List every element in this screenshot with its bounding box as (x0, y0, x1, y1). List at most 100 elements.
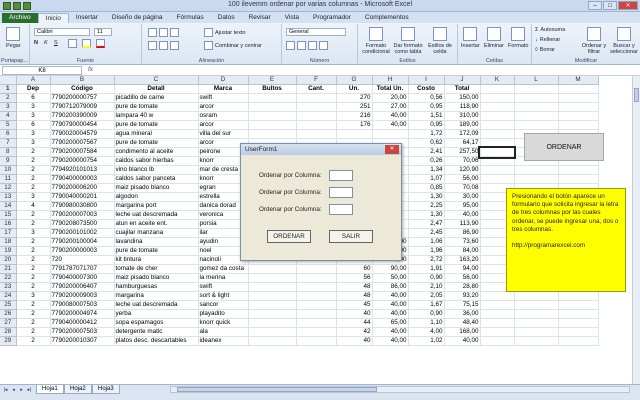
cell[interactable]: 7790208073500 (50, 219, 115, 229)
cell[interactable]: 1,30 (408, 192, 445, 202)
cell[interactable]: 7790400000003 (50, 174, 115, 184)
cell[interactable] (514, 93, 559, 103)
number-format-select[interactable]: General (286, 28, 346, 36)
cell[interactable]: 2 (16, 165, 51, 175)
header-cell[interactable]: Cant. (296, 84, 337, 94)
cell[interactable]: picadillo de carne (114, 93, 199, 103)
cell[interactable]: 2 (16, 327, 51, 337)
row-header[interactable]: 11 (0, 174, 17, 184)
cell[interactable]: 189,00 (444, 120, 481, 130)
cell[interactable]: tomate de cher (114, 264, 199, 274)
column-header[interactable]: A (16, 76, 51, 85)
cell[interactable]: 3 (16, 102, 51, 112)
cell[interactable]: 70,08 (444, 183, 481, 193)
tab-revisar[interactable]: Revisar (242, 13, 278, 23)
cell[interactable]: arcor (198, 102, 249, 112)
row-header[interactable]: 8 (0, 147, 17, 157)
row-header[interactable]: 23 (0, 282, 17, 292)
cell[interactable]: gomez da costa (198, 264, 249, 274)
cell[interactable] (480, 318, 515, 328)
cell[interactable]: 3 (16, 129, 51, 139)
merge-center-button[interactable]: Combinar y centrar (204, 41, 262, 50)
cell[interactable] (514, 111, 559, 121)
hscroll-thumb[interactable] (177, 387, 377, 392)
cell[interactable]: 2 (16, 210, 51, 220)
first-sheet-icon[interactable]: |◂ (2, 387, 9, 394)
cell[interactable]: vino blanco lb (114, 165, 199, 175)
horizontal-scrollbar[interactable] (170, 386, 630, 393)
cell[interactable]: arcor (198, 120, 249, 130)
cell[interactable] (372, 129, 409, 139)
tab-datos[interactable]: Datos (211, 13, 242, 23)
cell[interactable]: 2 (16, 156, 51, 166)
tab-insertar[interactable]: Insertar (69, 13, 105, 23)
cell[interactable]: 120,90 (444, 165, 481, 175)
cell[interactable]: 4 (16, 201, 51, 211)
cell[interactable]: 7790200390009 (50, 111, 115, 121)
cell[interactable] (480, 138, 515, 148)
row-header[interactable]: 3 (0, 102, 17, 112)
cell[interactable]: 7790980030800 (50, 201, 115, 211)
cell[interactable]: la merina (198, 273, 249, 283)
header-cell[interactable]: Bultos (248, 84, 297, 94)
cell[interactable] (480, 93, 515, 103)
cell[interactable]: 257,50 (444, 147, 481, 157)
cell[interactable]: 2 (16, 300, 51, 310)
column-header[interactable]: G (336, 76, 373, 85)
cell[interactable]: 2 (16, 183, 51, 193)
font-size-select[interactable]: 11 (94, 28, 112, 36)
cell[interactable]: 56,00 (444, 174, 481, 184)
cell[interactable]: 7790200006407 (50, 282, 115, 292)
cell[interactable]: ideanex (198, 336, 249, 346)
cell[interactable]: 163,20 (444, 255, 481, 265)
cell[interactable] (296, 102, 337, 112)
header-cell[interactable]: Costo (408, 84, 445, 94)
autosum-button[interactable]: Σ Autosuma (535, 27, 565, 33)
cell[interactable] (480, 327, 515, 337)
cell[interactable]: 40,00 (372, 111, 409, 121)
cell[interactable]: 7790200000757 (50, 93, 115, 103)
cell[interactable] (248, 282, 297, 292)
cell[interactable] (478, 145, 516, 159)
cell[interactable] (248, 309, 297, 319)
cell[interactable]: 7790200007567 (50, 138, 115, 148)
cell[interactable]: algodon (114, 192, 199, 202)
cell[interactable]: 6 (16, 120, 51, 130)
cell[interactable]: 7790040000201 (50, 192, 115, 202)
bold-button[interactable]: N (34, 40, 38, 46)
tab-fórmulas[interactable]: Fórmulas (170, 13, 211, 23)
ordenar-button[interactable]: ORDENAR (524, 133, 604, 161)
cell[interactable]: 176 (336, 120, 373, 130)
cell[interactable] (296, 273, 337, 283)
cell[interactable]: 3 (16, 111, 51, 121)
cell[interactable]: 310,00 (444, 111, 481, 121)
close-button[interactable]: ✕ (618, 1, 638, 10)
row-header[interactable]: 28 (0, 327, 17, 337)
cell[interactable]: 7790080007503 (50, 300, 115, 310)
sort-column-input-3[interactable] (329, 204, 353, 215)
cell[interactable]: 7790400007300 (50, 273, 115, 283)
cell[interactable]: 7790200007503 (50, 327, 115, 337)
cell[interactable]: 7790200009003 (50, 291, 115, 301)
paste-button[interactable]: Pegar (6, 27, 21, 49)
row-header[interactable]: 29 (0, 336, 17, 346)
cell[interactable] (480, 156, 515, 166)
cell[interactable]: ala (198, 327, 249, 337)
row-header[interactable]: 26 (0, 309, 17, 319)
cell[interactable]: 720 (50, 255, 115, 265)
cell[interactable]: 150,00 (444, 93, 481, 103)
font-name-select[interactable]: Calibri (34, 28, 90, 36)
dialog-close-button[interactable]: ✕ (385, 145, 399, 154)
cell[interactable]: 113,90 (444, 219, 481, 229)
cell[interactable]: 0,90 (408, 273, 445, 283)
cell[interactable]: 2 (16, 246, 51, 256)
row-header[interactable]: 9 (0, 156, 17, 166)
cell[interactable]: 40,00 (372, 120, 409, 130)
cell[interactable]: 73,60 (444, 237, 481, 247)
dialog-ordenar-button[interactable]: ORDENAR (267, 230, 311, 243)
cell[interactable]: 7790200100004 (50, 237, 115, 247)
cell[interactable]: 65,00 (372, 318, 409, 328)
cell[interactable]: sopa espamagos (114, 318, 199, 328)
cell[interactable]: pure de tomate (114, 120, 199, 130)
cell[interactable] (296, 336, 337, 346)
